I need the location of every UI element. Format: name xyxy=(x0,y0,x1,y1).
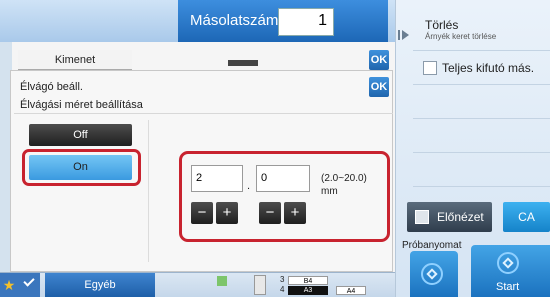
kimenet-tab[interactable]: Kimenet xyxy=(18,50,132,70)
teljes-label[interactable]: Teljes kifutó más. xyxy=(442,61,534,75)
ok-button[interactable]: OK xyxy=(369,77,389,97)
tray-number: 3 xyxy=(280,275,285,284)
tray-size[interactable]: A4 xyxy=(336,286,366,295)
on-button[interactable]: On xyxy=(29,155,132,180)
ca-button[interactable]: CA xyxy=(503,202,550,232)
diamond-icon xyxy=(497,252,519,274)
integer-input[interactable]: 2 xyxy=(191,165,243,192)
collapse-bar-icon[interactable] xyxy=(398,30,400,40)
divider xyxy=(14,113,393,114)
torles-subtitle: Árnyék keret törlése xyxy=(425,32,497,41)
tray-icon xyxy=(254,275,266,295)
divider xyxy=(413,152,550,153)
divider xyxy=(413,118,550,119)
diamond-icon xyxy=(421,263,443,285)
start-label: Start xyxy=(496,281,520,293)
range-label: (2.0~20.0) xyxy=(321,173,367,184)
decimal-plus-button[interactable]: + xyxy=(284,202,306,224)
proof-print-label: Próbanyomat xyxy=(402,240,462,251)
decimal-minus-button[interactable]: − xyxy=(259,202,281,224)
background-graphic xyxy=(228,60,258,66)
tray-size[interactable]: B4 xyxy=(288,276,328,285)
paper-icon xyxy=(217,276,227,286)
decimal-separator: . xyxy=(247,180,251,192)
off-button[interactable]: Off xyxy=(29,124,132,146)
torles-title[interactable]: Törlés xyxy=(425,18,458,32)
tray-number: 4 xyxy=(280,285,285,294)
background-ok-button[interactable]: OK xyxy=(369,50,389,70)
divider xyxy=(413,50,550,51)
divider xyxy=(413,84,550,85)
tray-size-selected[interactable]: A3 xyxy=(288,286,328,295)
preview-icon xyxy=(415,210,429,224)
decimal-input[interactable]: 0 xyxy=(256,165,310,192)
dialog-title: Élvágó beáll. xyxy=(20,81,83,93)
dialog-subtitle: Élvágási méret beállítása xyxy=(20,99,143,111)
star-icon[interactable]: ★ xyxy=(0,273,18,297)
copies-label: Másolatszám xyxy=(190,12,279,29)
unit-label: mm xyxy=(321,186,338,197)
divider xyxy=(413,186,550,187)
integer-plus-button[interactable]: + xyxy=(216,202,238,224)
copies-input[interactable]: 1 xyxy=(278,8,334,36)
other-button[interactable]: Egyéb xyxy=(45,273,155,297)
divider xyxy=(148,120,149,262)
preview-label: Előnézet xyxy=(437,210,484,224)
teljes-checkbox[interactable] xyxy=(423,61,437,75)
play-icon[interactable] xyxy=(402,30,409,40)
integer-minus-button[interactable]: − xyxy=(191,202,213,224)
